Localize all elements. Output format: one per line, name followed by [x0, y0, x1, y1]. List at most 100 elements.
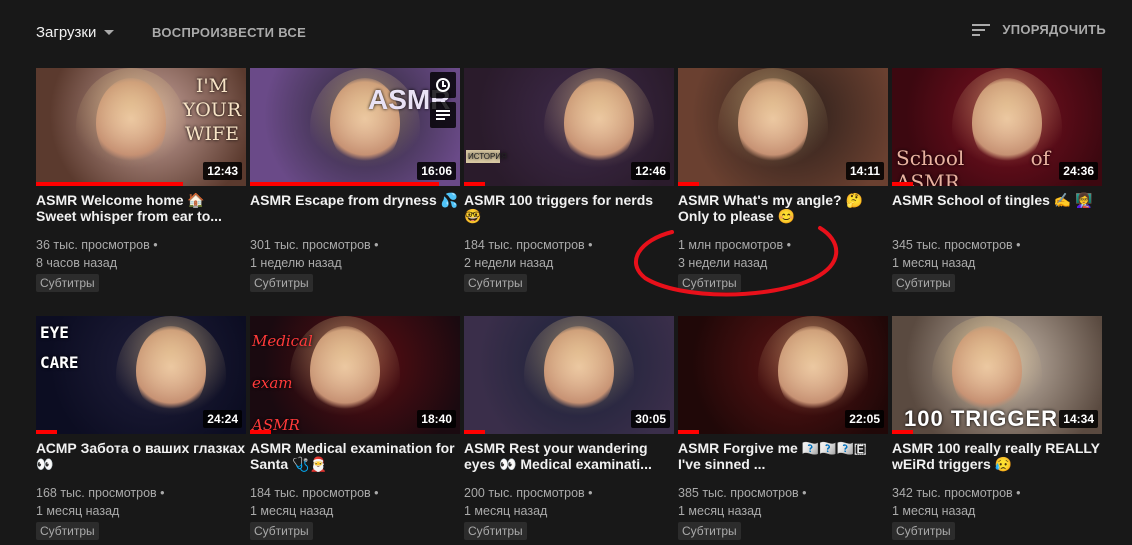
video-thumbnail[interactable]: ASMR 16:06 — [250, 68, 460, 186]
video-card[interactable]: School of ASMR 24:36 ASMR School of tingle… — [892, 68, 1102, 298]
subtitles-badge: Субтитры — [892, 274, 955, 292]
toolbar: Загрузки ВОСПРОИЗВЕСТИ ВСЕ УПОРЯДОЧИТЬ — [0, 0, 1132, 64]
video-title[interactable]: ASMR Escape from dryness 💦 — [250, 192, 460, 208]
video-thumbnail[interactable]: School of ASMR 24:36 — [892, 68, 1102, 186]
video-thumbnail[interactable]: Medical exam ASMR 18:40 — [250, 316, 460, 434]
watch-progress-bar — [464, 430, 485, 434]
upload-age: 8 часов назад — [36, 256, 118, 270]
thumbnail-caption: I'M YOUR WIFE — [182, 75, 242, 145]
video-duration: 22:05 — [845, 410, 884, 428]
uploads-dropdown[interactable]: Загрузки — [36, 22, 115, 42]
video-duration: 18:40 — [417, 410, 456, 428]
watch-progress-bar — [678, 430, 699, 434]
upload-age: 1 месяц назад — [36, 504, 120, 518]
video-thumbnail[interactable]: 30:05 — [464, 316, 674, 434]
video-duration: 16:06 — [417, 162, 456, 180]
subtitles-badge: Субтитры — [678, 274, 741, 292]
sort-by-button[interactable]: УПОРЯДОЧИТЬ — [972, 22, 1106, 37]
video-duration: 30:05 — [631, 410, 670, 428]
upload-age: 1 месяц назад — [892, 256, 976, 270]
add-to-queue-button[interactable] — [430, 102, 456, 128]
thumbnail-caption: ИСТОРИЯ — [466, 150, 507, 163]
video-thumbnail[interactable]: EYE CARE 24:24 — [36, 316, 246, 434]
view-count: 184 тыс. просмотров • — [464, 238, 593, 252]
video-title[interactable]: ASMR Rest your wandering eyes 👀 Medical … — [464, 440, 674, 472]
video-title[interactable]: ASMR Forgive me 🇾🇴🇺🇹🇺🇧🇪 I've sinned ... — [678, 440, 888, 472]
watch-progress-bar — [250, 182, 439, 186]
watch-later-button[interactable] — [430, 72, 456, 98]
upload-age: 1 неделю назад — [250, 256, 342, 270]
video-title[interactable]: ASMR What's my angle? 🤔 Only to please 😊 — [678, 192, 888, 224]
chevron-down-icon — [104, 29, 115, 35]
video-metadata: 345 тыс. просмотров • 1 месяц назад — [892, 236, 1102, 272]
video-card[interactable]: 30:05 ASMR Rest your wandering eyes 👀 Med… — [464, 316, 674, 545]
watch-progress-bar — [36, 182, 183, 186]
video-metadata: 342 тыс. просмотров • 1 месяц назад — [892, 484, 1102, 520]
upload-age: 2 недели назад — [464, 256, 554, 270]
play-all-button[interactable]: ВОСПРОИЗВЕСТИ ВСЕ — [152, 25, 306, 40]
watch-progress-bar — [464, 182, 485, 186]
queue-icon — [436, 109, 450, 121]
video-metadata: 385 тыс. просмотров • 1 месяц назад — [678, 484, 888, 520]
watch-progress-bar — [250, 430, 271, 434]
video-card[interactable]: 14:11 ASMR What's my angle? 🤔 Only to ple… — [678, 68, 888, 298]
view-count: 301 тыс. просмотров • — [250, 238, 379, 252]
video-card[interactable]: ИСТОРИЯ 12:46 ASMR 100 triggers for nerds … — [464, 68, 674, 298]
upload-age: 3 недели назад — [678, 256, 768, 270]
video-title[interactable]: ASMR 100 really really REALLY wEiRd trig… — [892, 440, 1102, 472]
video-card[interactable]: I'M YOUR WIFE 12:43 ASMR Welcome home 🏠 Sw… — [36, 68, 246, 298]
thumbnail-caption: 100 TRIGGER — [904, 406, 1059, 431]
video-thumbnail[interactable]: 22:05 — [678, 316, 888, 434]
video-metadata: 184 тыс. просмотров • 1 месяц назад — [250, 484, 460, 520]
video-metadata: 200 тыс. просмотров • 1 месяц назад — [464, 484, 674, 520]
view-count: 385 тыс. просмотров • — [678, 486, 807, 500]
video-thumbnail[interactable]: 100 TRIGGER 14:34 — [892, 316, 1102, 434]
video-card[interactable]: 22:05 ASMR Forgive me 🇾🇴🇺🇹🇺🇧🇪 I've sinned… — [678, 316, 888, 545]
thumbnail-caption: EYE CARE — [40, 323, 79, 372]
upload-age: 1 месяц назад — [464, 504, 548, 518]
video-card[interactable]: Medical exam ASMR 18:40 ASMR Medical exami… — [250, 316, 460, 545]
subtitles-badge: Субтитры — [892, 522, 955, 540]
clock-icon — [436, 78, 450, 92]
sort-by-label: УПОРЯДОЧИТЬ — [1002, 22, 1106, 37]
video-title[interactable]: ASMR 100 triggers for nerds 🤓 — [464, 192, 674, 224]
video-metadata: 1 млн просмотров • 3 недели назад — [678, 236, 888, 272]
subtitles-badge: Субтитры — [464, 274, 527, 292]
subtitles-badge: Субтитры — [36, 274, 99, 292]
video-card[interactable]: 100 TRIGGER 14:34 ASMR 100 really really R… — [892, 316, 1102, 545]
upload-age: 1 месяц назад — [892, 504, 976, 518]
subtitles-badge: Субтитры — [678, 522, 741, 540]
video-duration: 24:36 — [1059, 162, 1098, 180]
thumbnail-caption: Medical exam ASMR — [252, 332, 313, 434]
video-metadata: 168 тыс. просмотров • 1 месяц назад — [36, 484, 246, 520]
subtitles-badge: Субтитры — [250, 522, 313, 540]
view-count: 200 тыс. просмотров • — [464, 486, 593, 500]
video-title[interactable]: ASMR School of tingles ✍️ 👩‍🏫 — [892, 192, 1102, 208]
upload-age: 1 месяц назад — [678, 504, 762, 518]
video-card[interactable]: EYE CARE 24:24 АСМР Забота о ваших глазках… — [36, 316, 246, 545]
video-duration: 12:46 — [631, 162, 670, 180]
video-title[interactable]: ASMR Medical examination for Santa 🩺🎅 — [250, 440, 460, 472]
view-count: 184 тыс. просмотров • — [250, 486, 379, 500]
video-title[interactable]: ASMR Welcome home 🏠 Sweet whisper from e… — [36, 192, 246, 224]
subtitles-badge: Субтитры — [250, 274, 313, 292]
video-duration: 14:11 — [845, 162, 884, 180]
watch-progress-bar — [36, 430, 57, 434]
video-title[interactable]: АСМР Забота о ваших глазках 👀 — [36, 440, 246, 472]
video-thumbnail[interactable]: ИСТОРИЯ 12:46 — [464, 68, 674, 186]
video-duration: 12:43 — [203, 162, 242, 180]
video-duration: 14:34 — [1059, 410, 1098, 428]
view-count: 168 тыс. просмотров • — [36, 486, 165, 500]
video-metadata: 301 тыс. просмотров • 1 неделю назад — [250, 236, 460, 272]
video-thumbnail[interactable]: I'M YOUR WIFE 12:43 — [36, 68, 246, 186]
upload-age: 1 месяц назад — [250, 504, 334, 518]
sort-icon — [972, 23, 991, 37]
video-metadata: 184 тыс. просмотров • 2 недели назад — [464, 236, 674, 272]
video-duration: 24:24 — [203, 410, 242, 428]
video-card[interactable]: ASMR 16:06 ASMR Escape from dryness 💦 301 т… — [250, 68, 460, 298]
video-thumbnail[interactable]: 14:11 — [678, 68, 888, 186]
view-count: 342 тыс. просмотров • — [892, 486, 1021, 500]
view-count: 345 тыс. просмотров • — [892, 238, 1021, 252]
subtitles-badge: Субтитры — [36, 522, 99, 540]
watch-progress-bar — [892, 182, 913, 186]
